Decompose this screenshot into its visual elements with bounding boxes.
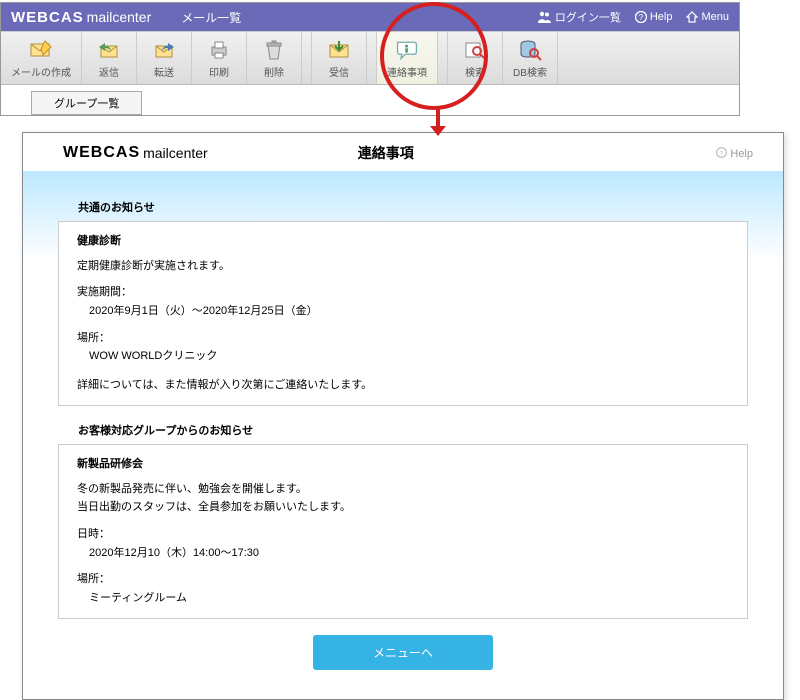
- popup-header: WEBCAS mailcenter 連絡事項 ? Help: [23, 133, 783, 171]
- forward-button[interactable]: 転送: [137, 32, 192, 84]
- header-bar: WEBCAS mailcenter メール一覧 ログイン一覧 ? Help Me…: [1, 3, 739, 31]
- compose-icon: [27, 38, 55, 62]
- popup-help-link[interactable]: ? Help: [716, 147, 753, 160]
- people-icon: [538, 11, 552, 23]
- toolbar: メールの作成 返信 転送 印刷 削除 受信 連絡事項: [1, 31, 739, 85]
- receive-button[interactable]: 受信: [312, 32, 367, 84]
- notice1-place-value: WOW WORLDクリニック: [89, 347, 729, 366]
- notice1-period-value: 2020年9月1日（火）～2020年12月25日（金）: [89, 302, 729, 321]
- receive-icon: [325, 38, 353, 62]
- svg-text:?: ?: [639, 13, 644, 22]
- toolbar-separator: [438, 32, 448, 84]
- reply-button[interactable]: 返信: [82, 32, 137, 84]
- home-icon: [686, 11, 698, 23]
- app-logo: WEBCAS: [11, 9, 84, 26]
- notice1-title: 健康診断: [77, 232, 729, 251]
- help-icon: ?: [716, 147, 727, 158]
- popup-logo: WEBCAS: [63, 144, 140, 162]
- reply-icon: [95, 38, 123, 62]
- notice-group: 新製品研修会 冬の新製品発売に伴い、勉強会を開催します。 当日出勤のスタッフは、…: [58, 444, 748, 619]
- notice2-line1: 冬の新製品発売に伴い、勉強会を開催します。: [77, 480, 729, 499]
- svg-text:?: ?: [720, 150, 724, 157]
- forward-icon: [150, 38, 178, 62]
- section-common-label: 共通のお知らせ: [78, 199, 748, 215]
- app-logo-sub: mailcenter: [87, 9, 152, 25]
- db-search-icon: [516, 38, 544, 62]
- info-icon: [393, 38, 421, 62]
- notice1-period-label: 実施期間：: [77, 283, 729, 302]
- notice2-title: 新製品研修会: [77, 455, 729, 474]
- search-icon: [461, 38, 489, 62]
- toolbar-separator: [302, 32, 312, 84]
- sub-row: グループ一覧: [1, 85, 739, 115]
- group-list-tab[interactable]: グループ一覧: [31, 91, 142, 115]
- notice2-time-value: 2020年12月10（木）14:00～17:30: [89, 544, 729, 563]
- search-button[interactable]: 検索: [448, 32, 503, 84]
- print-icon: [205, 38, 233, 62]
- notices-button[interactable]: 連絡事項: [377, 32, 438, 84]
- help-icon: ?: [635, 11, 647, 23]
- notice2-line2: 当日出勤のスタッフは、全員参加をお願いいたします。: [77, 498, 729, 517]
- compose-button[interactable]: メールの作成: [1, 32, 82, 84]
- notice2-time-label: 日時：: [77, 525, 729, 544]
- notice1-place-label: 場所：: [77, 329, 729, 348]
- popup-logo-sub: mailcenter: [143, 145, 208, 161]
- menu-button[interactable]: メニューへ: [313, 635, 493, 670]
- login-list-link[interactable]: ログイン一覧: [538, 9, 621, 25]
- main-window: WEBCAS mailcenter メール一覧 ログイン一覧 ? Help Me…: [0, 2, 740, 116]
- section-group-label: お客様対応グループからのお知らせ: [78, 422, 748, 438]
- notice1-line1: 定期健康診断が実施されます。: [77, 257, 729, 276]
- help-link[interactable]: ? Help: [635, 11, 673, 23]
- delete-icon: [260, 38, 288, 62]
- toolbar-separator: [367, 32, 377, 84]
- notices-popup: WEBCAS mailcenter 連絡事項 ? Help 共通のお知らせ 健康…: [22, 132, 784, 700]
- mail-list-link[interactable]: メール一覧: [181, 9, 241, 26]
- menu-link[interactable]: Menu: [686, 11, 729, 23]
- notice2-place-value: ミーティングルーム: [89, 589, 729, 608]
- notice1-footnote: 詳細については、また情報が入り次第にご連絡いたします。: [77, 376, 729, 395]
- notice2-place-label: 場所：: [77, 570, 729, 589]
- popup-title: 連絡事項: [358, 143, 414, 163]
- dbsearch-button[interactable]: DB検索: [503, 32, 558, 84]
- print-button[interactable]: 印刷: [192, 32, 247, 84]
- popup-body: 共通のお知らせ 健康診断 定期健康診断が実施されます。 実施期間： 2020年9…: [23, 171, 783, 699]
- notice-common: 健康診断 定期健康診断が実施されます。 実施期間： 2020年9月1日（火）～2…: [58, 221, 748, 406]
- delete-button[interactable]: 削除: [247, 32, 302, 84]
